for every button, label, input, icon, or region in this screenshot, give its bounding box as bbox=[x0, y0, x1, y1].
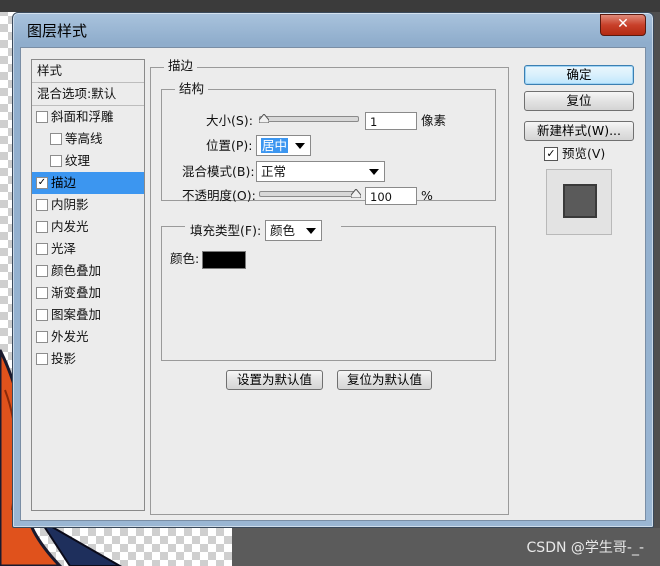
fill-type-select[interactable]: 颜色 bbox=[265, 220, 322, 241]
style-item-checkbox[interactable] bbox=[36, 111, 48, 123]
size-label: 大小(S): bbox=[206, 113, 253, 128]
dialog-client: 样式 混合选项:默认 斜面和浮雕 等高线 纹理 ✓ 描边 内阴影 内发光 光泽 颜色叠加 渐变叠加… bbox=[20, 47, 646, 521]
watermark-text: CSDN @学生哥-_- bbox=[526, 540, 644, 556]
new-style-button[interactable]: 新建样式(W)... bbox=[524, 121, 634, 141]
opacity-slider-thumb[interactable] bbox=[351, 189, 361, 198]
style-item-checkbox[interactable] bbox=[36, 287, 48, 299]
reset-default-button[interactable]: 复位为默认值 bbox=[337, 370, 432, 390]
size-slider-thumb[interactable] bbox=[259, 114, 269, 123]
style-item-checkbox[interactable] bbox=[36, 199, 48, 211]
size-slider[interactable] bbox=[259, 116, 359, 122]
style-item-label: 描边 bbox=[51, 175, 77, 190]
style-item-label: 外发光 bbox=[51, 329, 89, 344]
dialog-title: 图层样式 bbox=[27, 22, 88, 40]
make-default-button[interactable]: 设置为默认值 bbox=[226, 370, 323, 390]
style-item-8[interactable]: 颜色叠加 bbox=[32, 260, 144, 282]
style-item-checkbox[interactable] bbox=[36, 353, 48, 365]
close-button[interactable]: ✕ bbox=[600, 14, 646, 36]
reset-button[interactable]: 复位 bbox=[524, 91, 634, 111]
layer-style-dialog: 图层样式 ✕ 样式 混合选项:默认 斜面和浮雕 等高线 纹理 ✓ 描边 内阴影 内发光 光泽颜… bbox=[12, 12, 654, 528]
style-preview-thumbnail bbox=[546, 169, 612, 235]
style-item-label: 颜色叠加 bbox=[51, 263, 102, 278]
style-item-checkbox[interactable] bbox=[36, 221, 48, 233]
style-item-10[interactable]: 图案叠加 bbox=[32, 304, 144, 326]
ok-button[interactable]: 确定 bbox=[524, 65, 634, 85]
style-item-label: 内发光 bbox=[51, 219, 89, 234]
position-select-value: 居中 bbox=[261, 138, 289, 153]
style-item-6[interactable]: 内发光 bbox=[32, 216, 144, 238]
style-list-panel: 样式 混合选项:默认 斜面和浮雕 等高线 纹理 ✓ 描边 内阴影 内发光 光泽 颜色叠加 渐变叠加… bbox=[31, 59, 145, 511]
style-item-11[interactable]: 外发光 bbox=[32, 326, 144, 348]
opacity-unit: % bbox=[421, 188, 433, 203]
position-label: 位置(P): bbox=[206, 138, 253, 153]
style-item-label: 斜面和浮雕 bbox=[51, 109, 114, 124]
style-item-label: 光泽 bbox=[51, 241, 77, 256]
position-select[interactable]: 居中 bbox=[256, 135, 311, 156]
blend-mode-label: 混合模式(B): bbox=[182, 164, 255, 179]
style-item-4[interactable]: ✓ 描边 bbox=[32, 172, 144, 194]
chevron-down-icon bbox=[295, 143, 305, 149]
style-item-checkbox[interactable] bbox=[50, 133, 62, 145]
stroke-section-title: 描边 bbox=[164, 59, 198, 73]
style-item-9[interactable]: 渐变叠加 bbox=[32, 282, 144, 304]
style-item-3[interactable]: 纹理 bbox=[32, 150, 144, 172]
fill-type-select-value: 颜色 bbox=[270, 223, 296, 238]
style-item-12[interactable]: 投影 bbox=[32, 348, 144, 370]
style-item-checkbox[interactable]: ✓ bbox=[36, 177, 48, 189]
structure-title: 结构 bbox=[175, 82, 209, 96]
fill-type-label: 填充类型(F): bbox=[190, 223, 262, 238]
style-item-label: 图案叠加 bbox=[51, 307, 102, 322]
blending-options-header[interactable]: 混合选项:默认 bbox=[32, 83, 149, 105]
opacity-slider[interactable] bbox=[259, 191, 359, 197]
style-item-5[interactable]: 内阴影 bbox=[32, 194, 144, 216]
preview-swatch bbox=[563, 184, 597, 218]
style-item-checkbox[interactable] bbox=[36, 309, 48, 321]
opacity-input[interactable]: 100 bbox=[365, 187, 417, 205]
blend-mode-select[interactable]: 正常 bbox=[256, 161, 385, 182]
stroke-color-swatch[interactable] bbox=[202, 251, 246, 269]
style-item-2[interactable]: 等高线 bbox=[32, 128, 144, 150]
style-item-label: 纹理 bbox=[65, 153, 91, 168]
style-item-checkbox[interactable] bbox=[36, 331, 48, 343]
chevron-down-icon bbox=[369, 169, 379, 175]
style-item-label: 投影 bbox=[51, 351, 77, 366]
styles-header[interactable]: 样式 bbox=[32, 60, 149, 82]
size-input[interactable]: 1 bbox=[365, 112, 417, 130]
preview-checkbox[interactable]: ✓ bbox=[544, 147, 558, 161]
style-item-1[interactable]: 斜面和浮雕 bbox=[32, 106, 144, 128]
style-item-checkbox[interactable] bbox=[36, 265, 48, 277]
style-item-label: 渐变叠加 bbox=[51, 285, 102, 300]
color-label: 颜色: bbox=[170, 251, 200, 266]
blend-mode-select-value: 正常 bbox=[261, 164, 287, 179]
opacity-label: 不透明度(O): bbox=[182, 188, 256, 203]
title-bar[interactable]: 图层样式 ✕ bbox=[13, 13, 653, 47]
style-item-label: 等高线 bbox=[65, 131, 103, 146]
fill-type-group bbox=[161, 226, 496, 361]
style-item-checkbox[interactable] bbox=[50, 155, 62, 167]
close-icon: ✕ bbox=[617, 16, 629, 32]
style-item-7[interactable]: 光泽 bbox=[32, 238, 144, 260]
chevron-down-icon bbox=[306, 228, 316, 234]
top-strip bbox=[0, 0, 660, 12]
style-item-checkbox[interactable] bbox=[36, 243, 48, 255]
preview-label[interactable]: 预览(V) bbox=[562, 146, 605, 162]
size-unit: 像素 bbox=[421, 113, 447, 128]
style-item-label: 内阴影 bbox=[51, 197, 89, 212]
